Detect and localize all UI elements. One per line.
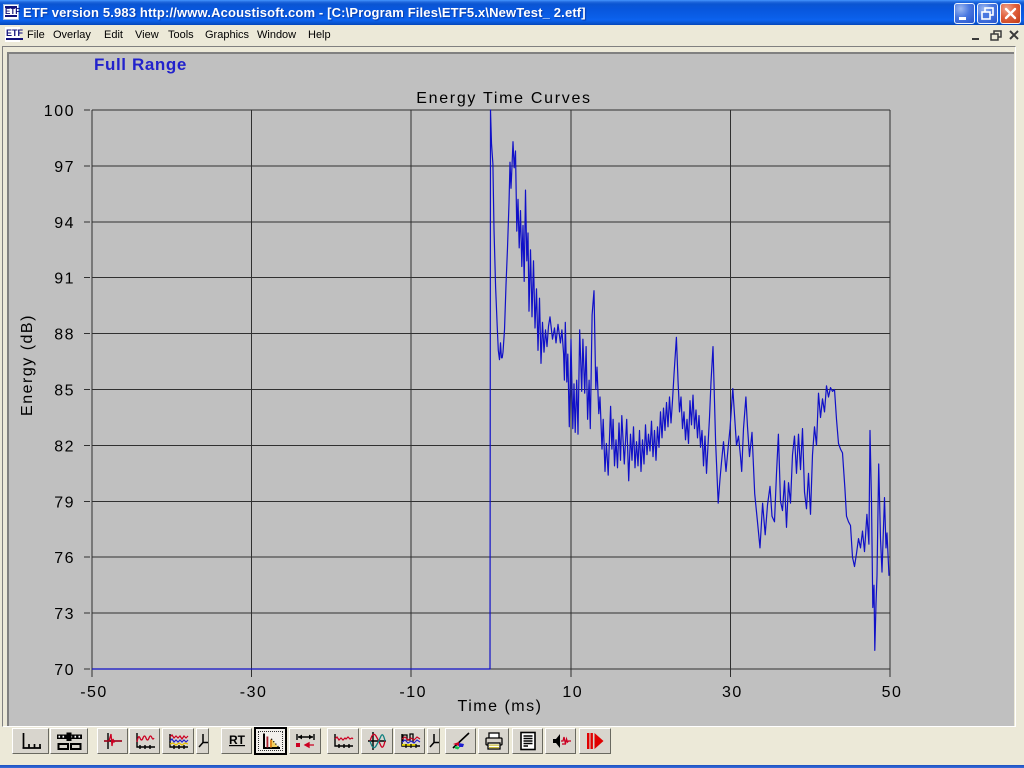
- svg-text:88: 88: [54, 327, 75, 344]
- svg-text:-10: -10: [399, 684, 427, 701]
- svg-text:94: 94: [54, 215, 75, 232]
- svg-text:30: 30: [722, 684, 743, 701]
- svg-text:-30: -30: [240, 684, 268, 701]
- svg-text:Energy (dB): Energy (dB): [19, 314, 36, 416]
- svg-text:79: 79: [54, 494, 75, 511]
- svg-text:100: 100: [44, 103, 75, 120]
- svg-text:50: 50: [882, 684, 903, 701]
- svg-text:97: 97: [54, 159, 75, 176]
- svg-text:Time (ms): Time (ms): [458, 698, 543, 715]
- svg-text:82: 82: [54, 438, 75, 455]
- svg-text:Energy Time Curves: Energy Time Curves: [416, 90, 592, 107]
- svg-text:73: 73: [54, 606, 75, 623]
- svg-text:76: 76: [54, 550, 75, 567]
- svg-text:10: 10: [562, 684, 583, 701]
- svg-text:70: 70: [54, 662, 75, 679]
- svg-text:-50: -50: [80, 684, 108, 701]
- svg-text:RT: RT: [229, 733, 246, 747]
- svg-text:91: 91: [54, 271, 75, 288]
- svg-text:Full Range: Full Range: [94, 55, 187, 74]
- svg-text:85: 85: [54, 383, 75, 400]
